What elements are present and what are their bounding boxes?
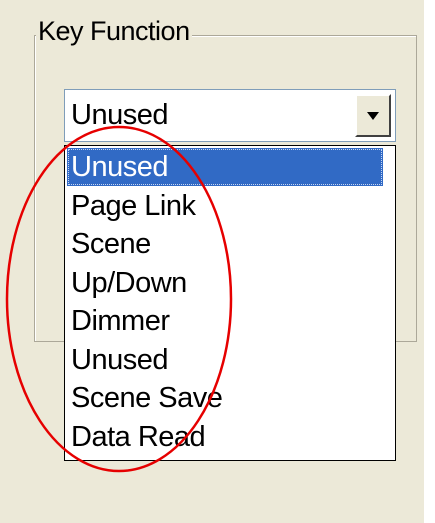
dropdown-option[interactable]: Unused <box>67 341 383 379</box>
groupbox-legend: Key Function <box>36 14 192 48</box>
dropdown-option[interactable]: Scene Save <box>67 379 383 417</box>
dropdown-option[interactable]: Unused <box>67 148 383 186</box>
dialog-panel: Key Function Unused Unused Page Link Sce… <box>0 0 424 523</box>
dropdown-option[interactable]: Scene <box>67 225 383 263</box>
dropdown-option[interactable]: Up/Down <box>67 264 383 302</box>
combobox-value: Unused <box>71 99 168 131</box>
key-function-dropdown-list[interactable]: Unused Page Link Scene Up/Down Dimmer Un… <box>64 145 396 461</box>
dropdown-option[interactable]: Page Link <box>67 187 383 225</box>
combobox-dropdown-button[interactable] <box>355 94 391 137</box>
key-function-combobox[interactable]: Unused <box>64 89 396 142</box>
dropdown-option[interactable]: Data Read <box>67 418 383 456</box>
chevron-down-icon <box>367 111 379 120</box>
dropdown-option[interactable]: Dimmer <box>67 302 383 340</box>
